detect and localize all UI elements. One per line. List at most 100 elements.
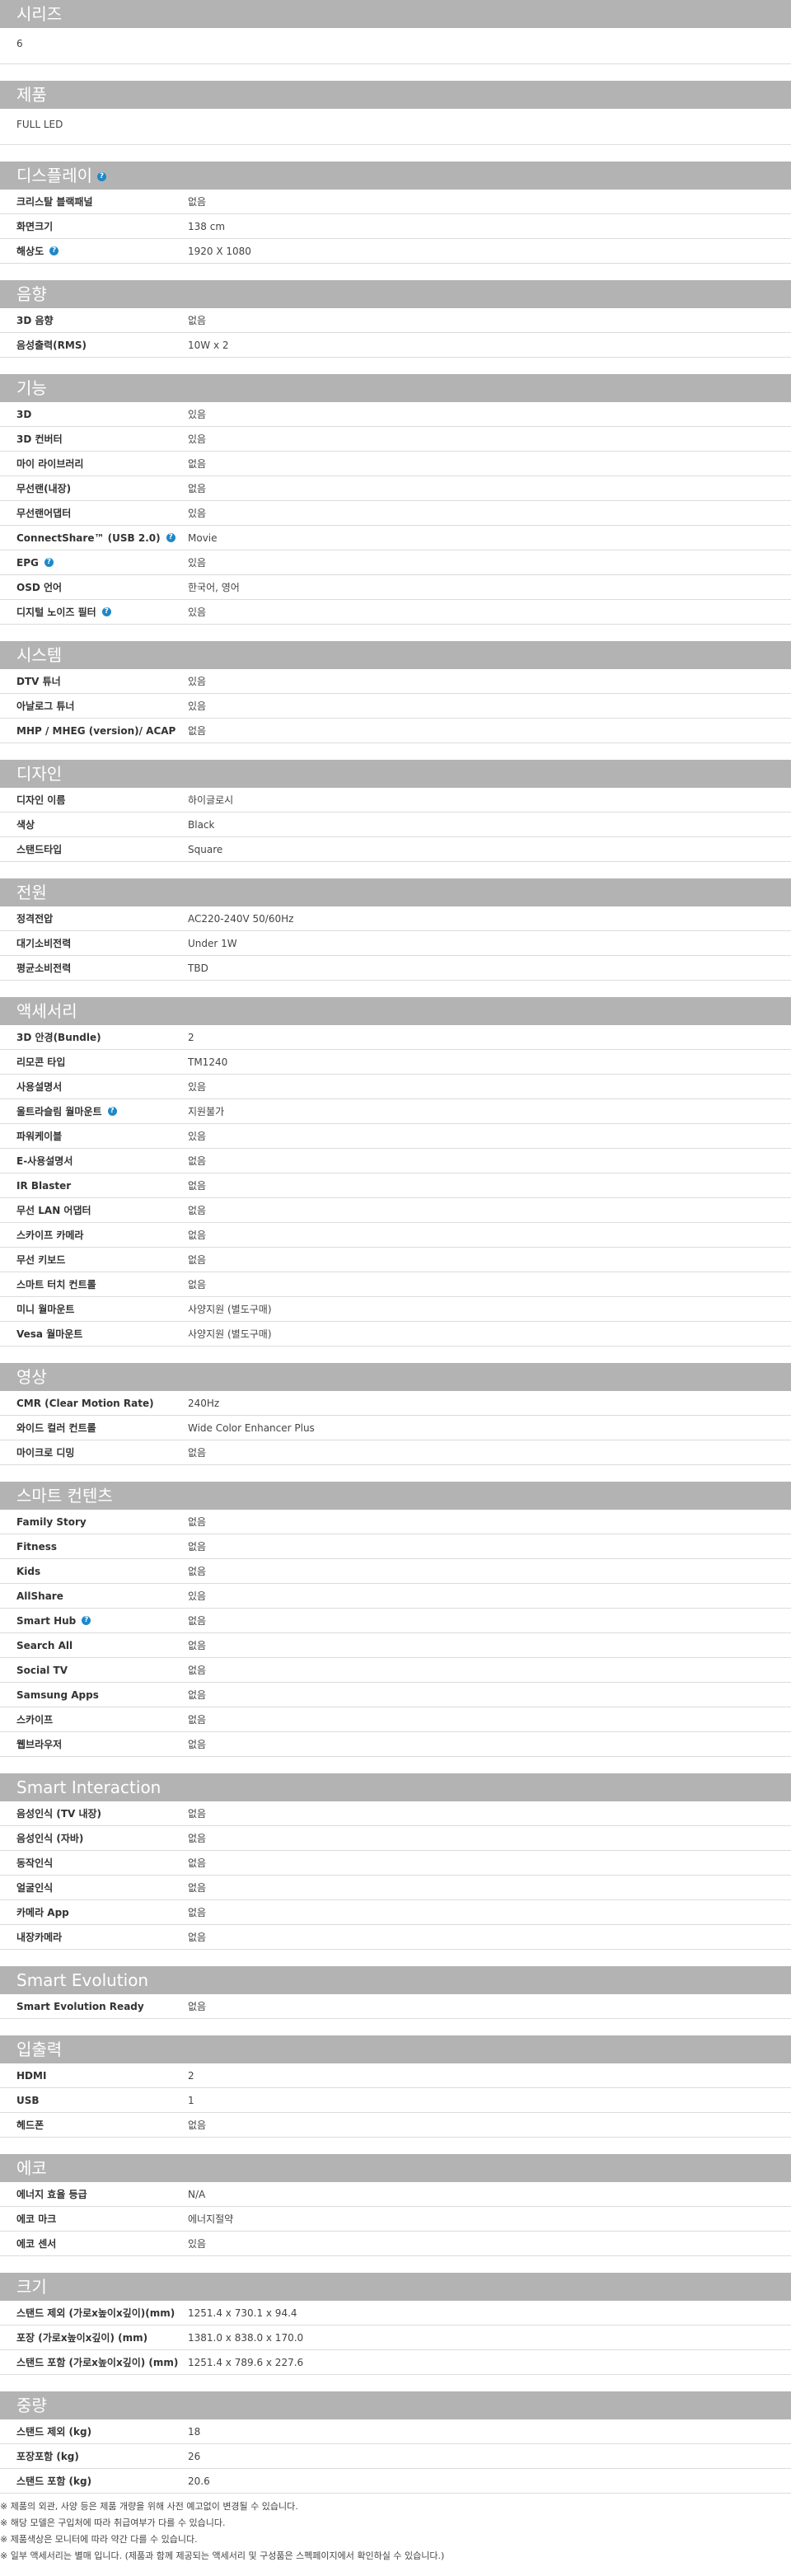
spec-label: 디지털 노이즈 필터? bbox=[0, 605, 188, 619]
spec-row: 에코 마크 에너지절약 bbox=[0, 2207, 791, 2232]
spec-section: 기능 3D 있음 3D 컨버터 있음 마이 라이브러리 없음 무선랜(내장) 없음 무선랜어댑터 있… bbox=[0, 374, 791, 641]
spec-section: 입출력 HDMI 2 USB 1 헤드폰 없음 bbox=[0, 2035, 791, 2154]
spec-row: 내장카메라 없음 bbox=[0, 1925, 791, 1950]
spec-label: Samsung Apps bbox=[0, 1689, 188, 1701]
spec-value: 1 bbox=[188, 2094, 194, 2106]
spec-label: 울트라슬림 월마운트? bbox=[0, 1104, 188, 1118]
spec-value: 없음 bbox=[188, 2119, 207, 2131]
spec-table: 3D 있음 3D 컨버터 있음 마이 라이브러리 없음 무선랜(내장) 없음 무선랜어댑터 있음 C… bbox=[0, 402, 791, 625]
spec-label-text: Social TV bbox=[16, 1664, 68, 1676]
spec-row: AllShare 있음 bbox=[0, 1584, 791, 1609]
help-icon[interactable]: ? bbox=[97, 172, 106, 181]
spec-value: 없음 bbox=[188, 1155, 207, 1167]
spec-section: 스마트 컨텐츠 Family Story 없음 Fitness 없음 Kids 없음 AllS… bbox=[0, 1482, 791, 1773]
spec-row: Fitness 없음 bbox=[0, 1534, 791, 1559]
spec-row: 카메라 App 없음 bbox=[0, 1900, 791, 1925]
section-title-text: 영상 bbox=[16, 1367, 47, 1387]
section-title: 기능 bbox=[0, 374, 791, 402]
spec-value: 없음 bbox=[188, 1180, 207, 1192]
help-icon[interactable]: ? bbox=[166, 533, 176, 542]
spec-label: 에코 센서 bbox=[0, 2236, 188, 2250]
spec-section: 중량 스탠드 제외 (kg) 18 포장포함 (kg) 26 스탠드 포함 (kg) 20.… bbox=[0, 2391, 791, 2494]
spec-value: 있음 bbox=[188, 1081, 207, 1093]
spec-label: 정격전압 bbox=[0, 911, 188, 925]
spec-label-text: 스마트 터치 컨트롤 bbox=[16, 1279, 96, 1290]
spec-value: TBD bbox=[188, 962, 208, 974]
spec-value: 없음 bbox=[188, 1447, 207, 1459]
spec-label-text: DTV 튜너 bbox=[16, 676, 61, 687]
spec-row: 음성인식 (TV 내장) 없음 bbox=[0, 1801, 791, 1826]
spec-value: 1381.0 x 838.0 x 170.0 bbox=[188, 2331, 304, 2344]
spec-label: 무선 키보드 bbox=[0, 1253, 188, 1267]
spec-label: 색상 bbox=[0, 817, 188, 831]
spec-label-text: 해상도 bbox=[16, 246, 44, 257]
spec-row: 3D 컨버터 있음 bbox=[0, 427, 791, 452]
notes: ※ 제품의 외관, 사양 등은 제품 개량을 위해 사전 예고없이 변경될 수 … bbox=[0, 2494, 791, 2564]
spec-label-text: 음성인식 (자바) bbox=[16, 1833, 84, 1844]
spec-section: 시스템 DTV 튜너 있음 아날로그 튜너 있음 MHP / MHEG (version)… bbox=[0, 641, 791, 760]
spec-value: 있음 bbox=[188, 676, 207, 687]
help-icon[interactable]: ? bbox=[101, 607, 111, 616]
spec-label-text: 스탠드타입 bbox=[16, 844, 63, 855]
spec-row: 스탠드 포함 (가로x높이x깊이) (mm) 1251.4 x 789.6 x 2… bbox=[0, 2350, 791, 2375]
section-title-text: 전원 bbox=[16, 883, 47, 902]
spec-label: 파워케이블 bbox=[0, 1129, 188, 1143]
section-title-text: 시스템 bbox=[16, 645, 63, 665]
spec-label-text: 음성인식 (TV 내장) bbox=[16, 1808, 102, 1820]
spec-row: E-사용설명서 없음 bbox=[0, 1149, 791, 1173]
spec-row: 아날로그 튜너 있음 bbox=[0, 694, 791, 719]
spec-label: Smart Hub? bbox=[0, 1615, 188, 1627]
spec-label-text: 음성출력(RMS) bbox=[16, 340, 87, 351]
spec-row: Family Story 없음 bbox=[0, 1510, 791, 1534]
spec-label-text: 에코 센서 bbox=[16, 2238, 57, 2250]
spec-row: 울트라슬림 월마운트? 지원불가 bbox=[0, 1099, 791, 1124]
spec-table: 3D 음향 없음 음성출력(RMS) 10W x 2 bbox=[0, 308, 791, 358]
spec-label-text: 와이드 컬러 컨트롤 bbox=[16, 1422, 96, 1434]
spec-label-text: IR Blaster bbox=[16, 1179, 72, 1192]
help-icon[interactable]: ? bbox=[107, 1107, 117, 1116]
section-title: 시리즈 bbox=[0, 0, 791, 28]
note-line: ※ 해당 모델은 구입처에 따라 취급여부가 다를 수 있습니다. bbox=[0, 2517, 226, 2528]
spec-label: 3D 컨버터 bbox=[0, 432, 188, 446]
spec-value: 26 bbox=[188, 2450, 201, 2462]
spec-row: Samsung Apps 없음 bbox=[0, 1683, 791, 1707]
spec-section: 디스플레이? 크리스탈 블랙패널 없음 화면크기 138 cm 해상도? 1920 X 10… bbox=[0, 162, 791, 280]
spec-value: 없음 bbox=[188, 1254, 207, 1266]
spec-table: 크리스탈 블랙패널 없음 화면크기 138 cm 해상도? 1920 X 1080 bbox=[0, 190, 791, 264]
spec-label: 마이 라이브러리 bbox=[0, 457, 188, 471]
spec-label-text: Smart Evolution Ready bbox=[16, 2000, 144, 2012]
spec-value: 10W x 2 bbox=[188, 339, 229, 351]
spec-label: 스탠드 포함 (가로x높이x깊이) (mm) bbox=[0, 2355, 188, 2369]
spec-label: 스마트 터치 컨트롤 bbox=[0, 1277, 188, 1291]
spec-value: 있음 bbox=[188, 1590, 207, 1602]
spec-label-text: 크리스탈 블랙패널 bbox=[16, 196, 93, 208]
spec-row: 평균소비전력 TBD bbox=[0, 956, 791, 981]
spec-row: 웹브라우저 없음 bbox=[0, 1732, 791, 1757]
section-title-text: 에코 bbox=[16, 2158, 47, 2178]
help-icon[interactable]: ? bbox=[82, 1616, 91, 1625]
spec-row: 디지털 노이즈 필터? 있음 bbox=[0, 600, 791, 625]
spec-label: 미니 월마운트 bbox=[0, 1302, 188, 1316]
spec-label: 스탠드타입 bbox=[0, 842, 188, 856]
help-icon[interactable]: ? bbox=[44, 558, 54, 567]
spec-row: 사용설명서 있음 bbox=[0, 1075, 791, 1099]
spec-row: IR Blaster 없음 bbox=[0, 1173, 791, 1198]
spec-label: 음성인식 (TV 내장) bbox=[0, 1806, 188, 1820]
spec-row: Social TV 없음 bbox=[0, 1658, 791, 1683]
spec-label: 와이드 컬러 컨트롤 bbox=[0, 1421, 188, 1435]
spec-value: Under 1W bbox=[188, 937, 237, 949]
section-title: Smart Interaction bbox=[0, 1773, 791, 1801]
spec-row: EPG? 있음 bbox=[0, 550, 791, 575]
spec-row: 스탠드 제외 (가로x높이x깊이)(mm) 1251.4 x 730.1 x 94… bbox=[0, 2301, 791, 2325]
spec-row: Kids 없음 bbox=[0, 1559, 791, 1584]
help-icon[interactable]: ? bbox=[49, 246, 59, 255]
section-title-text: 디자인 bbox=[16, 764, 63, 784]
section-title: 입출력 bbox=[0, 2035, 791, 2063]
spec-value: 있음 bbox=[188, 409, 207, 420]
spec-label: DTV 튜너 bbox=[0, 674, 188, 688]
